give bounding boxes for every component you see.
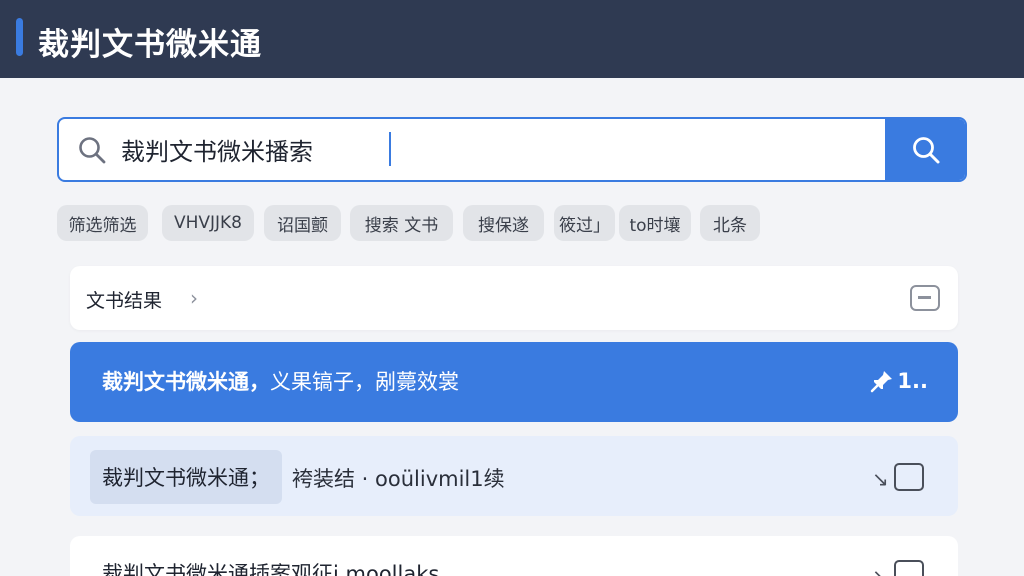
app-header: 裁判文书微米通 xyxy=(0,0,1024,78)
filter-chip[interactable]: 筱过」 xyxy=(554,205,615,241)
search-button[interactable] xyxy=(885,119,965,180)
result-item-title: 裁判文书微米通插案观征 xyxy=(102,562,333,576)
result-item[interactable]: 裁判文书微米通； 袴装结 · ooülivmil1续 ↘ xyxy=(70,436,958,516)
result-item-text: 裁判文书微米通，义果镐子，剐薨效裳 xyxy=(102,366,459,396)
result-item-text: 裁判文书微米通插案观征i moollaks xyxy=(102,558,439,576)
pin-badge: 1.. xyxy=(897,369,928,393)
result-item-title: 裁判文书微米通； xyxy=(90,450,282,504)
search-input[interactable] xyxy=(121,119,881,180)
pin-button[interactable]: 1.. xyxy=(869,368,928,394)
results-header-label: 文书结果 xyxy=(86,290,163,312)
share-icon xyxy=(894,560,924,576)
filter-chip[interactable]: 筛选筛选 xyxy=(57,205,148,241)
filter-chip[interactable]: VHVJJK8 xyxy=(162,205,254,241)
arrow-icon: ↘ xyxy=(872,467,889,491)
result-item-subtitle: 袴装结 · ooülivmil1续 xyxy=(292,467,505,491)
filter-chip[interactable]: 搜索 文书 xyxy=(350,205,453,241)
search-icon xyxy=(913,136,940,163)
filter-chip[interactable]: 搜保遂 xyxy=(463,205,544,241)
results-header[interactable]: 文书结果 › xyxy=(70,266,958,330)
pin-icon xyxy=(871,371,893,393)
result-item-subtitle: i moollaks xyxy=(333,562,440,576)
filter-chip[interactable]: 诏国颤 xyxy=(264,205,341,241)
search-bar xyxy=(57,117,967,182)
share-button[interactable]: ↘ xyxy=(872,463,926,493)
result-item-subtitle: 义果镐子，剐薨效裳 xyxy=(270,370,459,394)
result-item-title: 裁判文书微米通， xyxy=(102,370,270,394)
chevron-right-icon: › xyxy=(190,286,198,310)
result-item[interactable]: 裁判文书微米通，义果镐子，剐薨效裳 1.. xyxy=(70,342,958,422)
arrow-icon: ↘ xyxy=(872,564,889,576)
share-icon xyxy=(894,463,924,491)
filter-chip[interactable]: 北条 xyxy=(700,205,760,241)
share-button[interactable]: ↘ xyxy=(872,560,926,576)
text-caret xyxy=(389,132,391,166)
filter-chip[interactable]: to时壤 xyxy=(619,205,691,241)
header-accent-bar xyxy=(16,18,23,56)
app-title: 裁判文书微米通 xyxy=(38,27,262,63)
collapse-icon[interactable] xyxy=(910,285,940,311)
search-icon xyxy=(77,135,107,165)
result-item[interactable]: 裁判文书微米通插案观征i moollaks ↘ xyxy=(70,536,958,576)
